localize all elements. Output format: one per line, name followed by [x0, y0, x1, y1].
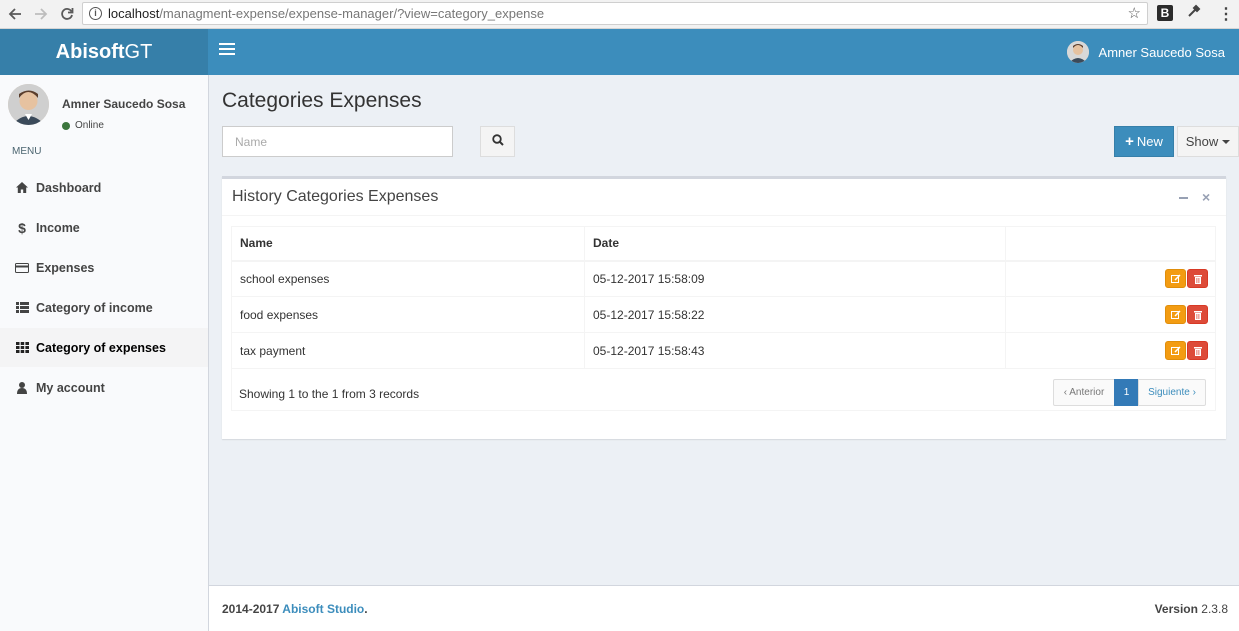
- pagination-next[interactable]: Siguiente ›: [1138, 379, 1206, 406]
- table-header-row: Name Date: [231, 226, 1216, 262]
- column-header-date: Date: [584, 226, 1006, 262]
- box-divider: [222, 215, 1226, 216]
- avatar: [8, 84, 49, 125]
- plus-icon: +: [1125, 133, 1134, 150]
- minimize-icon[interactable]: [1179, 197, 1188, 199]
- edit-button[interactable]: [1165, 305, 1186, 324]
- user-icon: [15, 381, 29, 394]
- online-dot-icon: [62, 121, 70, 130]
- dollar-icon: $: [18, 219, 26, 236]
- close-icon[interactable]: ×: [1202, 189, 1210, 205]
- cell-name: school expenses: [231, 260, 585, 297]
- search-icon: [491, 134, 504, 149]
- list-icon: [15, 302, 29, 313]
- logo[interactable]: AbisoftGT: [0, 29, 208, 75]
- search-button[interactable]: [480, 126, 515, 157]
- cell-name: tax payment: [231, 332, 585, 369]
- cell-date: 05-12-2017 15:58:22: [584, 296, 1006, 333]
- cell-name: food expenses: [231, 296, 585, 333]
- show-dropdown-button[interactable]: Show: [1177, 126, 1239, 157]
- table-row: school expenses 05-12-2017 15:58:09: [231, 260, 1216, 297]
- version-info: Version 2.3.8: [1154, 602, 1228, 616]
- bookmark-star-icon[interactable]: ☆: [1128, 4, 1141, 22]
- back-arrow-icon[interactable]: [4, 3, 26, 25]
- table-row: tax payment 05-12-2017 15:58:43: [231, 332, 1216, 369]
- sidebar-item-category-income[interactable]: Category of income: [0, 288, 208, 327]
- page-title: Categories Expenses: [222, 89, 422, 112]
- reload-icon[interactable]: [56, 3, 78, 25]
- menu-header: MENU: [12, 146, 42, 157]
- grid-icon: [15, 342, 29, 353]
- history-box: History Categories Expenses × Name Date …: [222, 176, 1226, 439]
- trash-icon: [1194, 347, 1202, 356]
- records-summary: Showing 1 to the 1 from 3 records: [239, 387, 420, 401]
- browser-toolbar: i localhost/managment-expense/expense-ma…: [0, 0, 1239, 29]
- user-menu[interactable]: Amner Saucedo Sosa: [1066, 41, 1225, 63]
- caret-down-icon: [1222, 139, 1231, 144]
- pagination-page-1[interactable]: 1: [1114, 379, 1139, 406]
- edit-button[interactable]: [1165, 341, 1186, 360]
- eyedropper-icon[interactable]: [1187, 4, 1201, 21]
- browser-menu-icon[interactable]: ⋮: [1218, 4, 1234, 24]
- avatar: [1066, 41, 1089, 63]
- home-icon: [15, 182, 29, 193]
- edit-button[interactable]: [1165, 269, 1186, 289]
- sidebar: Amner Saucedo Sosa Online MENU Dashboard…: [0, 75, 209, 631]
- sidebar-item-expenses[interactable]: Expenses: [0, 248, 208, 287]
- new-button[interactable]: + New: [1114, 126, 1174, 157]
- column-header-actions: [1005, 226, 1216, 262]
- pagination: ‹ Anterior 1 Siguiente ›: [1053, 379, 1206, 406]
- cell-date: 05-12-2017 15:58:43: [584, 332, 1006, 369]
- table-row: food expenses 05-12-2017 15:58:22: [231, 296, 1216, 333]
- info-icon[interactable]: i: [89, 7, 102, 20]
- edit-icon: [1171, 346, 1181, 355]
- delete-button[interactable]: [1187, 341, 1208, 360]
- app-header: AbisoftGT Amner Saucedo Sosa: [0, 29, 1239, 75]
- address-bar[interactable]: i localhost/managment-expense/expense-ma…: [82, 2, 1148, 25]
- edit-icon: [1171, 274, 1181, 284]
- sidebar-item-dashboard[interactable]: Dashboard: [0, 168, 208, 207]
- trash-icon: [1194, 275, 1202, 285]
- sidebar-item-income[interactable]: $ Income: [0, 208, 208, 247]
- cell-date: 05-12-2017 15:58:09: [584, 260, 1006, 297]
- sidebar-item-my-account[interactable]: My account: [0, 368, 208, 407]
- copyright: 2014-2017 Abisoft Studio.: [222, 602, 368, 616]
- extension-b-icon[interactable]: B: [1157, 5, 1173, 21]
- sidebar-item-category-expenses[interactable]: Category of expenses: [0, 328, 208, 367]
- status-badge: Online: [62, 120, 104, 131]
- pagination-prev[interactable]: ‹ Anterior: [1053, 379, 1115, 406]
- trash-icon: [1194, 311, 1202, 320]
- box-title: History Categories Expenses: [232, 188, 439, 205]
- header-user-name: Amner Saucedo Sosa: [1098, 44, 1225, 60]
- credit-card-icon: [15, 262, 29, 273]
- cell-actions: [1005, 260, 1216, 297]
- delete-button[interactable]: [1187, 269, 1208, 289]
- edit-icon: [1171, 310, 1181, 319]
- sidebar-toggle-icon[interactable]: [219, 43, 235, 59]
- url-host: localhost: [108, 6, 160, 21]
- page-footer: 2014-2017 Abisoft Studio. Version 2.3.8: [209, 585, 1239, 631]
- url-path: /managment-expense/expense-manager/?view…: [159, 6, 545, 21]
- search-input[interactable]: [222, 126, 453, 157]
- sidebar-user-name: Amner Saucedo Sosa: [62, 97, 186, 111]
- company-link[interactable]: Abisoft Studio: [282, 602, 364, 616]
- column-header-name: Name: [231, 226, 585, 262]
- cell-actions: [1005, 296, 1216, 333]
- forward-arrow-icon[interactable]: [30, 3, 52, 25]
- delete-button[interactable]: [1187, 305, 1208, 324]
- cell-actions: [1005, 332, 1216, 369]
